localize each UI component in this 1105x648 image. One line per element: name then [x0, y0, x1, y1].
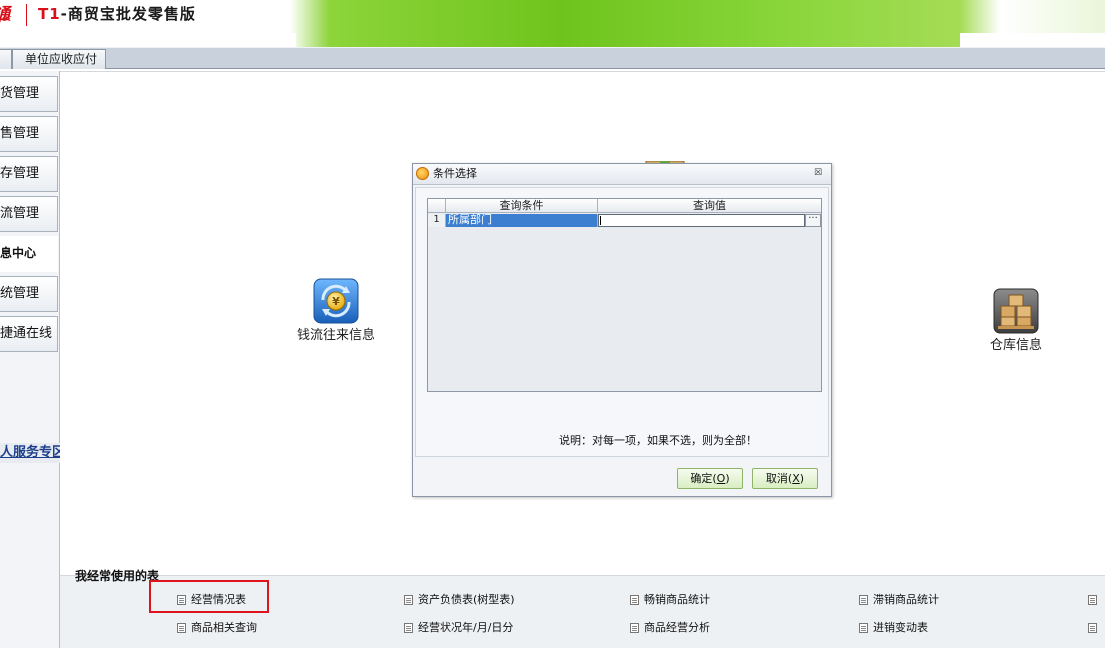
fav-cut-off-1[interactable] [1088, 591, 1105, 609]
sidebar: 货管理 售管理 存管理 流管理 息中心 统管理 捷通在线 人服务专区 [0, 71, 86, 648]
document-icon [630, 623, 639, 633]
fav-cut-off-2[interactable] [1088, 619, 1105, 637]
warehouse-info-shortcut[interactable]: 仓库信息 [986, 288, 1046, 353]
sidebar-item-purchase[interactable]: 货管理 [0, 76, 58, 112]
grid-header: 查询条件 查询值 [428, 199, 821, 213]
table-row[interactable]: 1 所属部门 ··· [428, 214, 821, 227]
fav-slow-mover-stats[interactable]: 滞销商品统计 [859, 591, 939, 609]
brand-logo-subtext: ajet [0, 14, 12, 24]
banner-bottom-left [0, 33, 296, 47]
fav-label: 商品相关查询 [191, 621, 257, 634]
app-banner: 通 ajet T1-商贸宝批发零售版 [0, 0, 1105, 47]
cashflow-info-shortcut[interactable]: ¥ 钱流往来信息 [294, 278, 378, 343]
dialog-body: 查询条件 查询值 1 所属部门 ··· 说明：对每一项，如果不选，则为全部！ [415, 187, 829, 457]
sidebar-item-cashflow[interactable]: 流管理 [0, 196, 58, 232]
value-input[interactable] [598, 214, 805, 227]
document-icon [859, 595, 868, 605]
svg-text:¥: ¥ [332, 295, 340, 308]
dialog-titlebar[interactable]: 条件选择 ☒ [413, 164, 831, 185]
fav-product-analysis[interactable]: 商品经营分析 [630, 619, 710, 637]
document-icon [177, 623, 186, 633]
dialog-note: 说明：对每一项，如果不选，则为全部！ [559, 434, 757, 447]
logo-separator [26, 4, 27, 26]
cashflow-info-label: 钱流往来信息 [296, 328, 375, 343]
document-icon [404, 595, 413, 605]
cancel-shortcut: X [792, 472, 800, 485]
sidebar-item-sales[interactable]: 售管理 [0, 116, 58, 152]
favorites-title: 我经常使用的表 [75, 569, 160, 583]
document-icon [859, 623, 868, 633]
fav-product-query[interactable]: 商品相关查询 [177, 619, 257, 637]
fav-label: 资产负债表(树型表) [418, 593, 515, 606]
document-icon [1088, 595, 1097, 605]
tab-hidden[interactable] [0, 49, 12, 69]
fav-business-status-period[interactable]: 经营状况年/月/日分 [404, 619, 513, 637]
grid-header-value[interactable]: 查询值 [598, 199, 821, 213]
warehouse-info-label: 仓库信息 [989, 338, 1042, 353]
document-icon [630, 595, 639, 605]
ok-button[interactable]: 确定(O) [677, 468, 743, 489]
highlight-box [149, 580, 269, 613]
document-icon [1088, 623, 1097, 633]
condition-cell[interactable]: 所属部门 [446, 214, 598, 227]
sidebar-item-system[interactable]: 统管理 [0, 276, 58, 312]
fav-label: 滞销商品统计 [873, 593, 939, 606]
condition-grid: 查询条件 查询值 1 所属部门 ··· [427, 198, 822, 392]
fav-purchase-sales-change[interactable]: 进销变动表 [859, 619, 928, 637]
sidebar-item-inventory[interactable]: 存管理 [0, 156, 58, 192]
cancel-button[interactable]: 取消(X) [752, 468, 818, 489]
close-icon[interactable]: ☒ [813, 167, 823, 179]
app-title: T1-商贸宝批发零售版 [38, 3, 196, 24]
browse-button[interactable]: ··· [805, 214, 821, 227]
dialog-app-icon [416, 167, 429, 180]
condition-dialog: 条件选择 ☒ 查询条件 查询值 1 所属部门 ··· 说明：对每一项，如果不选，… [412, 163, 832, 497]
app-title-prefix: T1 [38, 5, 61, 23]
grid-header-rownum [428, 199, 446, 213]
ok-shortcut: O [716, 472, 726, 485]
warehouse-boxes-icon [993, 288, 1039, 334]
fav-balance-sheet[interactable]: 资产负债表(树型表) [404, 591, 515, 609]
row-number: 1 [428, 214, 446, 227]
tab-strip: 单位应收应付 [0, 47, 1105, 69]
fav-label: 商品经营分析 [644, 621, 710, 634]
money-cycle-icon: ¥ [313, 278, 359, 324]
fav-label: 畅销商品统计 [644, 593, 710, 606]
fav-label: 经营状况年/月/日分 [418, 621, 514, 634]
dialog-title: 条件选择 [433, 167, 477, 180]
banner-bottom-right [960, 33, 1105, 47]
fav-label: 进销变动表 [873, 621, 928, 634]
grid-header-condition[interactable]: 查询条件 [446, 199, 598, 213]
sidebar-item-info-center[interactable]: 息中心 [0, 236, 58, 272]
cancel-label: 取消 [765, 472, 788, 485]
tab-receivables-payables[interactable]: 单位应收应付 [12, 49, 106, 69]
sidebar-item-online[interactable]: 捷通在线 [0, 316, 58, 352]
document-icon [404, 623, 413, 633]
fav-bestseller-stats[interactable]: 畅销商品统计 [630, 591, 710, 609]
app-title-rest: -商贸宝批发零售版 [60, 5, 196, 23]
ok-label: 确定 [690, 472, 713, 485]
